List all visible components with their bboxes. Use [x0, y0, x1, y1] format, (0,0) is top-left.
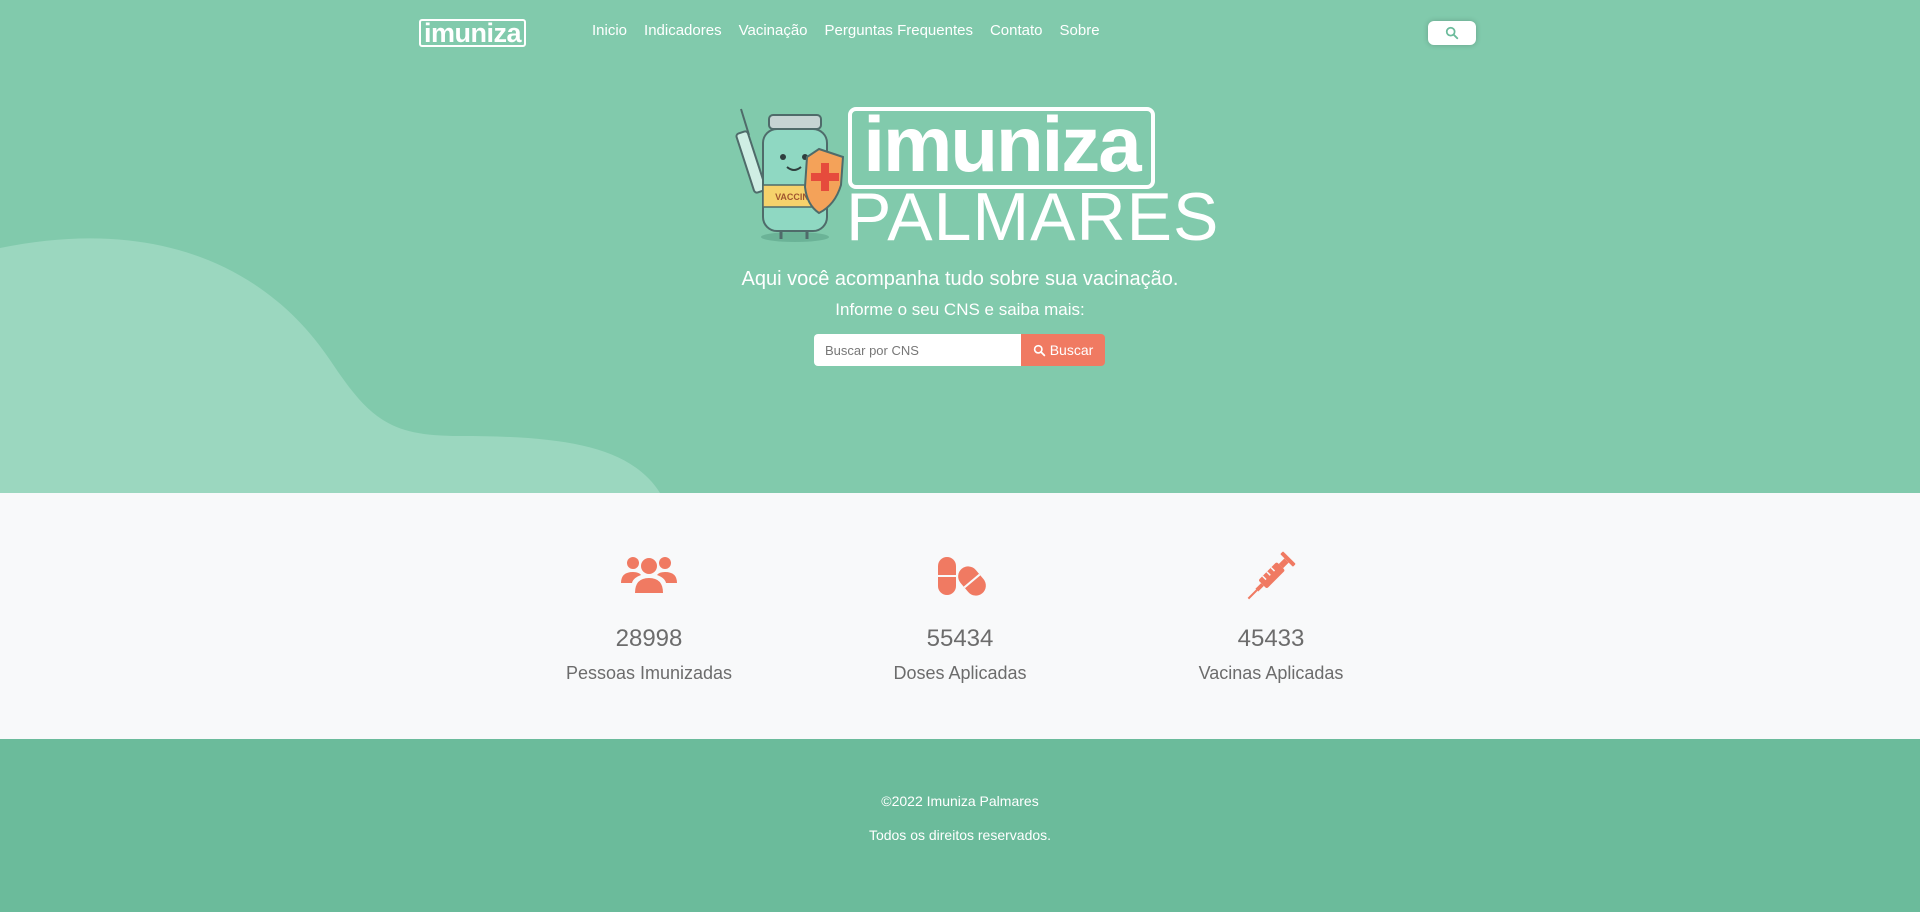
stat-value: 28998: [615, 625, 683, 652]
brand-name: imuniza: [863, 100, 1141, 188]
nav-link-perguntas-frequentes[interactable]: Perguntas Frequentes: [825, 22, 973, 39]
hero-logo: VACCINE imuniza PALMARES: [735, 100, 1218, 251]
hero-section: imuniza Inicio Indicadores Vacinação Per…: [0, 0, 1920, 493]
hero-subtagline: Informe o seu CNS e saiba mais:: [835, 300, 1085, 319]
cns-search-input[interactable]: [814, 334, 1021, 366]
stat-value: 55434: [926, 625, 994, 652]
users-icon: [621, 557, 677, 593]
syringe-icon: [1247, 551, 1296, 600]
search-icon: [1033, 344, 1045, 356]
brand-name-box: imuniza: [848, 100, 1155, 189]
footer-copyright: ©2022 Imuniza Palmares: [881, 793, 1039, 809]
stats-section: 28998 Pessoas Imunizadas 55434 Doses Apl…: [0, 493, 1920, 739]
search-button[interactable]: Buscar: [1021, 334, 1105, 366]
footer-rights: Todos os direitos reservados.: [868, 827, 1052, 843]
stat-label: Doses Aplicadas: [893, 663, 1027, 683]
nav-link-vacinacao[interactable]: Vacinação: [739, 22, 808, 39]
stat-label: Vacinas Aplicadas: [1198, 663, 1344, 683]
nav-links: Inicio Indicadores Vacinação Perguntas F…: [592, 22, 1117, 39]
nav-logo[interactable]: imuniza: [419, 18, 527, 48]
stat-value: 45433: [1237, 625, 1305, 652]
stat-label: Pessoas Imunizadas: [565, 663, 733, 683]
nav-link-indicadores[interactable]: Indicadores: [644, 22, 722, 39]
nav-logo-text: imuniza: [419, 19, 527, 47]
nav-link-inicio[interactable]: Inicio: [592, 22, 627, 39]
brand-city: PALMARES: [846, 179, 1220, 255]
pills-icon: [938, 557, 986, 596]
cns-search-form: Buscar: [814, 334, 1105, 366]
search-button-label: Buscar: [1049, 342, 1094, 358]
hero-tagline: Aqui você acompanha tudo sobre sua vacin…: [741, 268, 1179, 290]
top-navbar: imuniza Inicio Indicadores Vacinação Per…: [0, 0, 1920, 64]
nav-link-contato[interactable]: Contato: [990, 22, 1043, 39]
nav-search-button[interactable]: [1428, 21, 1476, 45]
vaccine-mascot-illustration: VACCINE: [735, 108, 845, 242]
footer: ©2022 Imuniza Palmares Todos os direitos…: [0, 739, 1920, 912]
search-icon: [1445, 26, 1459, 40]
nav-link-sobre[interactable]: Sobre: [1060, 22, 1100, 39]
